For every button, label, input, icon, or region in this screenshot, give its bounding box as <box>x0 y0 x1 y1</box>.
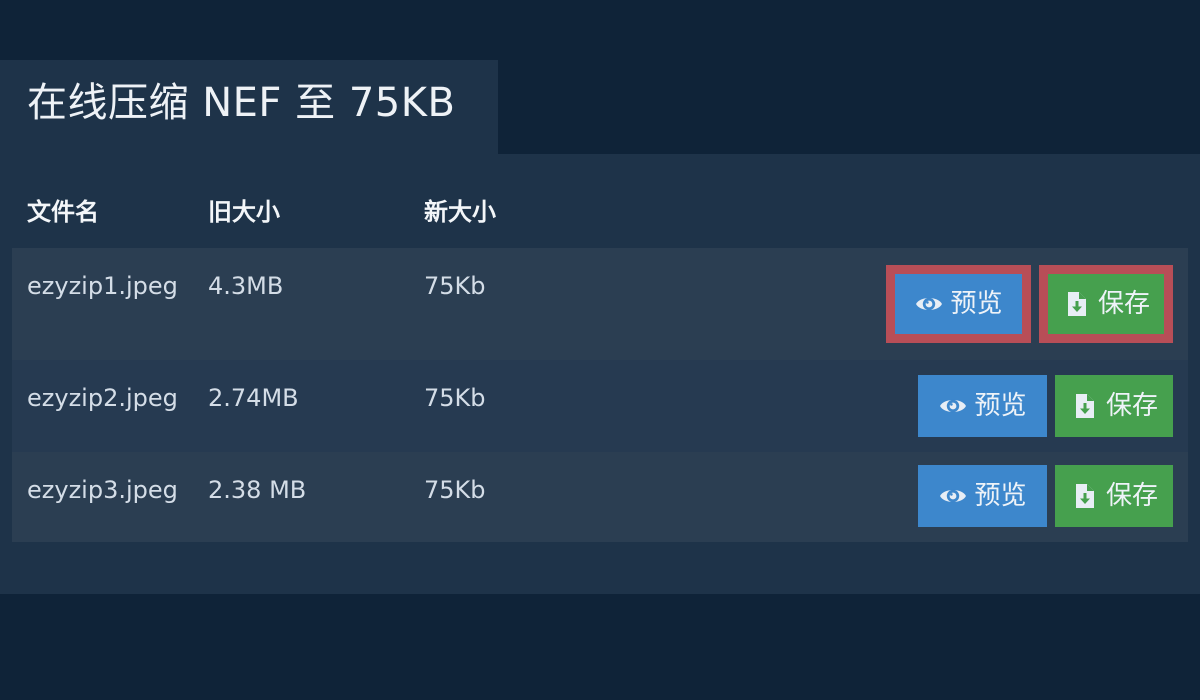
file-download-icon <box>1062 289 1092 319</box>
eye-icon <box>914 289 944 319</box>
table-row: ezyzip2.jpeg 2.74MB 75Kb 预览 保存 <box>12 360 1188 452</box>
filename-cell: ezyzip3.jpeg <box>27 476 178 504</box>
new-size-cell: 75Kb <box>424 272 486 300</box>
save-button[interactable]: 保存 <box>1055 465 1173 527</box>
old-size-cell: 2.38 MB <box>208 476 307 504</box>
save-button-label: 保存 <box>1105 391 1158 421</box>
filename-cell: ezyzip2.jpeg <box>27 384 178 412</box>
preview-button-label: 预览 <box>974 391 1027 421</box>
save-button[interactable]: 保存 <box>1055 375 1173 437</box>
old-size-cell: 4.3MB <box>208 272 284 300</box>
preview-button[interactable]: 预览 <box>918 465 1047 527</box>
save-button-label: 保存 <box>1097 289 1150 319</box>
file-download-icon <box>1070 481 1100 511</box>
preview-button-label: 预览 <box>950 289 1003 319</box>
preview-button[interactable]: 预览 <box>918 375 1047 437</box>
preview-button[interactable]: 预览 <box>886 265 1031 343</box>
save-button[interactable]: 保存 <box>1039 265 1173 343</box>
column-header-old-size: 旧大小 <box>208 198 280 226</box>
filename-cell: ezyzip1.jpeg <box>27 272 178 300</box>
page-title: 在线压缩 NEF 至 75KB <box>27 80 456 126</box>
preview-button-label: 预览 <box>974 481 1027 511</box>
eye-icon <box>938 481 968 511</box>
column-header-new-size: 新大小 <box>424 198 496 226</box>
file-download-icon <box>1070 391 1100 421</box>
files-table: 文件名 旧大小 新大小 ezyzip1.jpeg 4.3MB 75Kb 预览 保… <box>12 176 1188 542</box>
save-button-label: 保存 <box>1105 481 1158 511</box>
eye-icon <box>938 391 968 421</box>
column-header-filename: 文件名 <box>27 198 99 226</box>
table-header: 文件名 旧大小 新大小 <box>12 176 1188 248</box>
table-row: ezyzip1.jpeg 4.3MB 75Kb 预览 保存 <box>12 248 1188 360</box>
old-size-cell: 2.74MB <box>208 384 299 412</box>
new-size-cell: 75Kb <box>424 476 486 504</box>
new-size-cell: 75Kb <box>424 384 486 412</box>
table-row: ezyzip3.jpeg 2.38 MB 75Kb 预览 保存 <box>12 452 1188 542</box>
results-panel: 文件名 旧大小 新大小 ezyzip1.jpeg 4.3MB 75Kb 预览 保… <box>0 154 1200 594</box>
title-tab: 在线压缩 NEF 至 75KB <box>0 60 498 154</box>
